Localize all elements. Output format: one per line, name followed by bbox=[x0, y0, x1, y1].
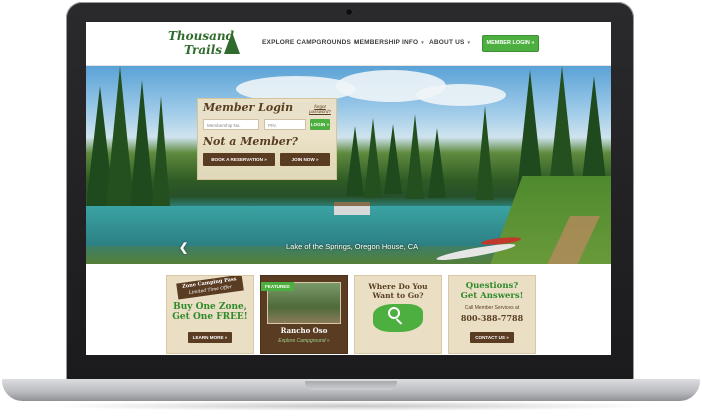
membership-number-input[interactable]: Membership No. bbox=[203, 119, 259, 130]
tree bbox=[384, 124, 402, 194]
nav-label: EXPLORE CAMPGROUNDS bbox=[262, 39, 352, 46]
nav-about-us[interactable]: ABOUT US ▾ bbox=[429, 39, 470, 46]
cloud bbox=[416, 84, 506, 106]
site-header: Thousand Trails EXPLORE CAMPGROUNDS ▾ MEM… bbox=[86, 22, 611, 66]
slider-prev-arrow-icon[interactable]: ❮ bbox=[179, 241, 188, 254]
laptop-shadow bbox=[40, 401, 662, 411]
slider-dots bbox=[343, 255, 371, 264]
tree bbox=[364, 118, 382, 198]
tree bbox=[476, 106, 494, 200]
chevron-down-icon: ▾ bbox=[467, 40, 471, 46]
laptop-screen: Thousand Trails EXPLORE CAMPGROUNDS ▾ MEM… bbox=[86, 22, 611, 355]
learn-more-button[interactable]: LEARN MORE » bbox=[188, 332, 232, 343]
tree bbox=[428, 128, 446, 198]
phone-number[interactable]: 800-388-7788 bbox=[449, 313, 535, 323]
chevron-down-icon: ▾ bbox=[421, 40, 424, 46]
book-reservation-button[interactable]: BOOK A RESERVATION » bbox=[203, 153, 275, 166]
contact-us-button[interactable]: CONTACT US » bbox=[470, 332, 514, 343]
featured-campground-card[interactable]: FEATURED Rancho Oso Explore Campground » bbox=[260, 275, 348, 354]
login-title: Member Login bbox=[203, 101, 294, 114]
card-title: Questions? Get Answers! bbox=[449, 281, 535, 301]
webcam bbox=[345, 8, 353, 16]
zone-pass-badge: Zone Camping Pass Limited Time Offer bbox=[176, 276, 244, 300]
feature-cards: Zone Camping Pass Limited Time Offer Buy… bbox=[86, 264, 611, 355]
thousand-trails-logo[interactable]: Thousand Trails bbox=[168, 28, 242, 60]
pontoon-boat bbox=[334, 202, 370, 215]
slide-caption: Lake of the Springs, Oregon House, CA bbox=[286, 242, 419, 251]
member-login-button[interactable]: MEMBER LOGIN » bbox=[482, 35, 539, 52]
tree bbox=[130, 80, 154, 206]
pine-tree-icon bbox=[224, 32, 240, 54]
card-title-line: Want to Go? bbox=[372, 291, 424, 300]
search-icon bbox=[388, 307, 400, 319]
card-title: Where Do You Want to Go? bbox=[355, 282, 441, 300]
card-title-line: Where Do You bbox=[368, 282, 428, 291]
card-title-line: Get One FREE! bbox=[172, 312, 248, 322]
login-button[interactable]: LOGIN » bbox=[310, 119, 330, 130]
tree bbox=[346, 126, 364, 196]
card-title-line: Buy One Zone, bbox=[173, 302, 247, 312]
where-to-go-card[interactable]: Where Do You Want to Go? bbox=[354, 275, 442, 354]
card-title-line: Questions? bbox=[465, 281, 519, 291]
call-member-services-text: Call Member Services at bbox=[464, 305, 520, 311]
not-member-heading: Not a Member? bbox=[203, 135, 299, 148]
pin-input[interactable]: PIN bbox=[264, 119, 306, 130]
tree bbox=[406, 114, 424, 199]
card-title-line: Get Answers! bbox=[460, 291, 524, 301]
nav-label: ABOUT US bbox=[429, 39, 465, 46]
join-now-button[interactable]: JOIN NOW » bbox=[280, 153, 330, 166]
explore-campground-link[interactable]: Explore Campground » bbox=[261, 338, 347, 344]
zone-pass-card[interactable]: Zone Camping Pass Limited Time Offer Buy… bbox=[166, 275, 254, 354]
tree bbox=[152, 96, 170, 206]
nav-label: MEMBERSHIP INFO bbox=[354, 39, 419, 46]
laptop-notch bbox=[305, 381, 397, 390]
hero-slider: Member Login forgot password? Membership… bbox=[86, 66, 611, 264]
nav-membership-info[interactable]: MEMBERSHIP INFO ▾ bbox=[354, 39, 424, 46]
questions-card[interactable]: Questions? Get Answers! Call Member Serv… bbox=[448, 275, 536, 354]
member-login-panel: Member Login forgot password? Membership… bbox=[197, 98, 337, 180]
campground-name: Rancho Oso bbox=[280, 326, 328, 335]
lake-water bbox=[86, 206, 526, 246]
card-title: Buy One Zone, Get One FREE! bbox=[167, 302, 253, 322]
nav-explore-campgrounds[interactable]: EXPLORE CAMPGROUNDS ▾ bbox=[262, 39, 357, 46]
forgot-password-link[interactable]: forgot password? bbox=[306, 104, 334, 114]
featured-tag: FEATURED bbox=[261, 282, 294, 291]
